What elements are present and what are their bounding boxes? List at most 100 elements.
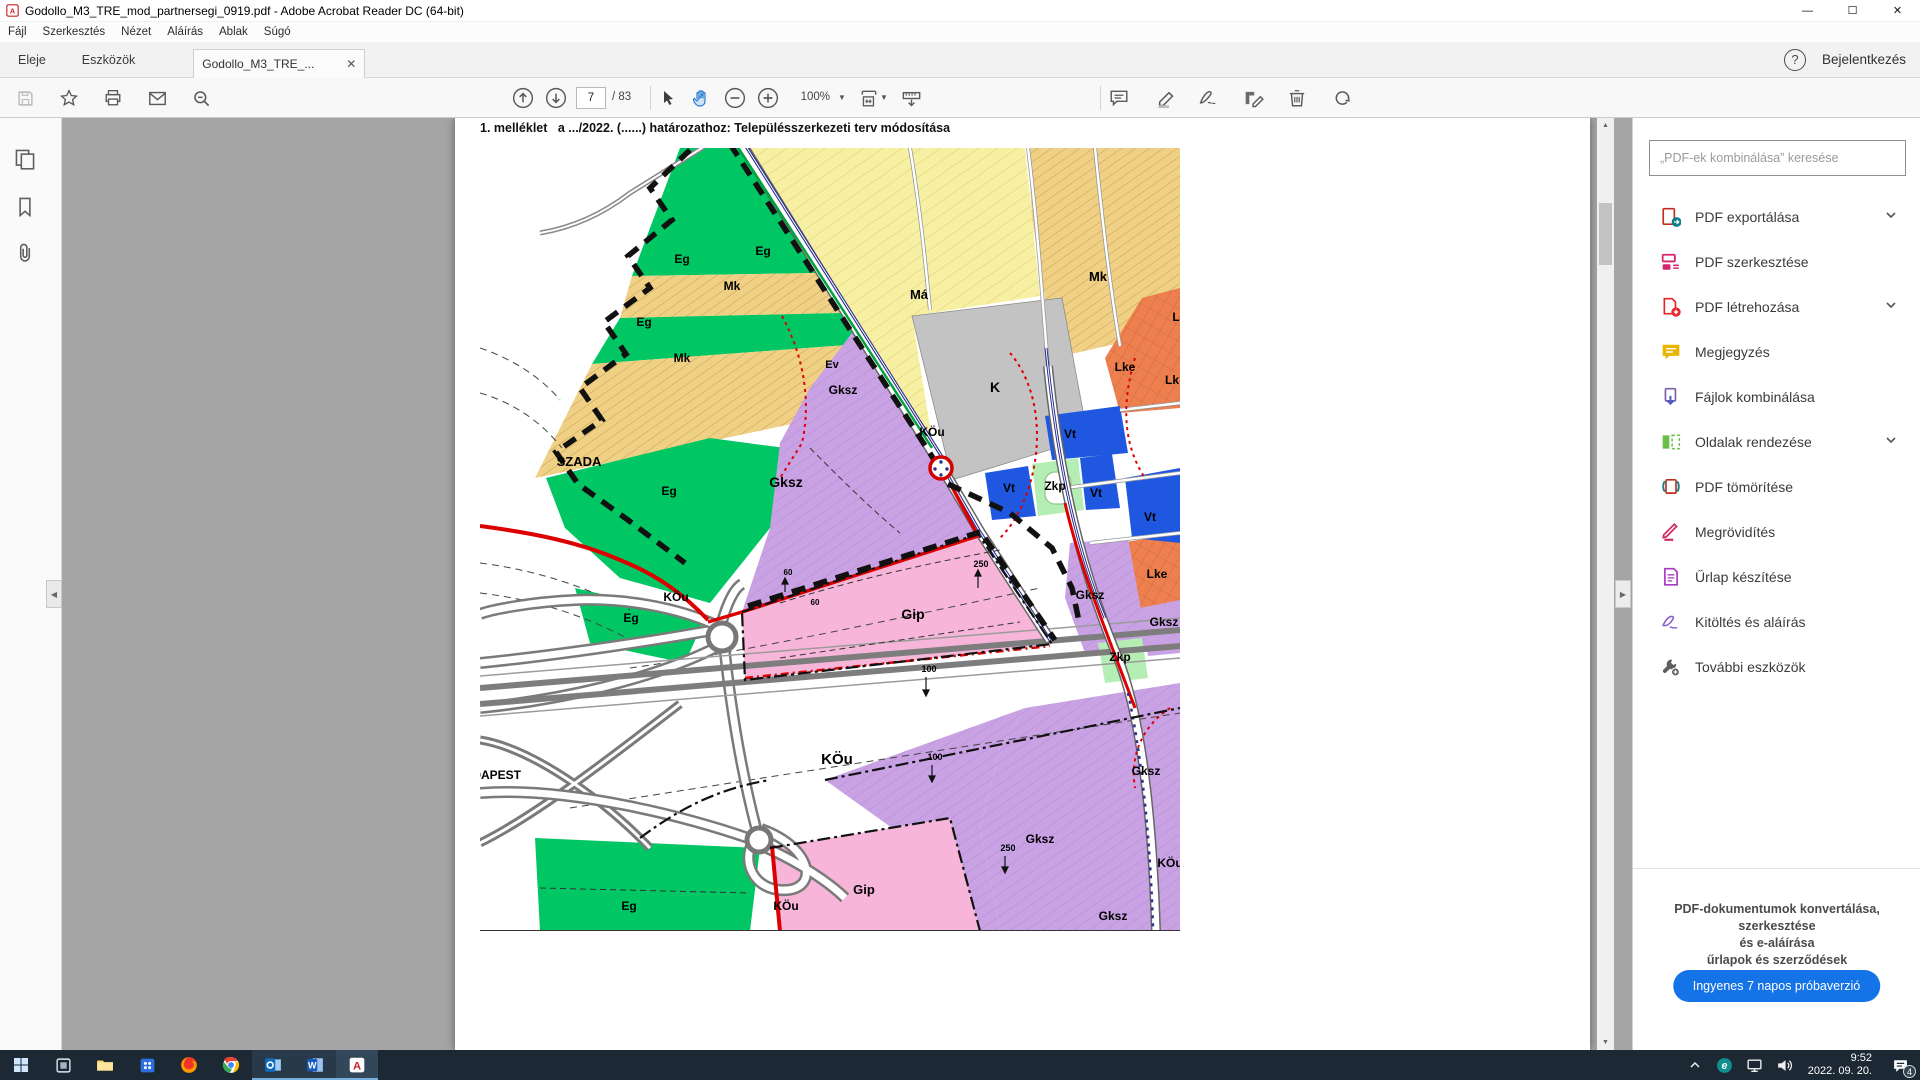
combine-icon bbox=[1661, 387, 1681, 407]
menu-item[interactable]: Súgó bbox=[256, 24, 299, 40]
menu-item[interactable]: Fájl bbox=[0, 24, 35, 40]
tool-item-label: További eszközök bbox=[1695, 659, 1806, 675]
redo-icon[interactable] bbox=[1330, 86, 1356, 110]
map-label: 100 bbox=[927, 752, 942, 762]
fill-sign-icon[interactable] bbox=[1195, 86, 1221, 110]
chrome-icon[interactable] bbox=[210, 1050, 252, 1080]
tool-item-comment[interactable]: Megjegyzés bbox=[1633, 329, 1920, 374]
tool-item-shorten[interactable]: Megrövidítés bbox=[1633, 509, 1920, 554]
close-button[interactable]: ✕ bbox=[1875, 0, 1920, 21]
word-icon[interactable]: W bbox=[294, 1050, 336, 1080]
chevron-down-icon[interactable] bbox=[1885, 298, 1897, 316]
search-icon[interactable] bbox=[188, 86, 214, 110]
collapse-right-panel-button[interactable]: ▶ bbox=[1615, 580, 1631, 608]
volume-icon[interactable] bbox=[1770, 1050, 1800, 1080]
print-icon[interactable] bbox=[100, 86, 126, 110]
previous-page-icon[interactable] bbox=[510, 86, 536, 110]
tool-item-combine[interactable]: Fájlok kombinálása bbox=[1633, 374, 1920, 419]
hand-tool-icon[interactable] bbox=[688, 86, 714, 110]
tool-item-more[interactable]: További eszközök bbox=[1633, 644, 1920, 689]
map-label: Gip bbox=[901, 606, 924, 622]
next-page-icon[interactable] bbox=[543, 86, 569, 110]
ruler-grid-icon[interactable] bbox=[898, 86, 924, 110]
svg-text:A: A bbox=[10, 6, 16, 15]
tool-item-compress[interactable]: PDF tömörítése bbox=[1633, 464, 1920, 509]
map-label: Gksz bbox=[1150, 615, 1179, 629]
fit-caret-icon[interactable]: ▼ bbox=[880, 93, 888, 102]
tool-item-create[interactable]: PDF létrehozása bbox=[1633, 284, 1920, 329]
highlighter-icon[interactable] bbox=[1152, 86, 1178, 110]
tool-item-export[interactable]: PDF exportálása bbox=[1633, 194, 1920, 239]
page-number-input[interactable] bbox=[576, 87, 606, 109]
menu-item[interactable]: Ablak bbox=[211, 24, 256, 40]
scroll-up-icon[interactable]: ▲ bbox=[1597, 118, 1614, 133]
help-icon[interactable]: ? bbox=[1784, 49, 1806, 71]
tray-expand-icon[interactable] bbox=[1680, 1050, 1710, 1080]
tool-item-fillsign[interactable]: Kitöltés és aláírás bbox=[1633, 599, 1920, 644]
email-icon[interactable] bbox=[144, 86, 170, 110]
minimize-button[interactable]: — bbox=[1785, 0, 1830, 21]
save-icon[interactable] bbox=[12, 86, 38, 110]
favorites-star-icon[interactable] bbox=[56, 86, 82, 110]
menu-item[interactable]: Szerkesztés bbox=[35, 24, 114, 40]
bookmarks-icon[interactable] bbox=[14, 196, 36, 223]
svg-text:A: A bbox=[353, 1061, 361, 1073]
scrollbar-thumb[interactable] bbox=[1599, 203, 1612, 265]
tool-item-edit[interactable]: PDF szerkesztése bbox=[1633, 239, 1920, 284]
tools-search-input[interactable] bbox=[1649, 140, 1906, 176]
tab-tools[interactable]: Eszközök bbox=[64, 45, 154, 75]
map-label: Vt bbox=[1144, 510, 1156, 524]
map-label: Mk bbox=[674, 351, 691, 365]
tool-item-organize[interactable]: Oldalak rendezése bbox=[1633, 419, 1920, 464]
edit-pdf-icon[interactable] bbox=[1240, 86, 1266, 110]
page-thumbnails-icon[interactable] bbox=[14, 148, 36, 175]
acrobat-icon[interactable]: A bbox=[336, 1050, 378, 1080]
shorten-icon bbox=[1661, 522, 1681, 542]
zoom-caret-icon[interactable]: ▼ bbox=[838, 93, 846, 102]
zoom-in-icon[interactable] bbox=[755, 86, 781, 110]
map-label: Gksz bbox=[1076, 588, 1105, 602]
tab-close-icon[interactable]: ✕ bbox=[346, 57, 356, 71]
delete-pages-icon[interactable] bbox=[1284, 86, 1310, 110]
collapse-left-pane-button[interactable]: ◀ bbox=[46, 580, 62, 608]
maximize-button[interactable]: ☐ bbox=[1830, 0, 1875, 21]
comment-icon[interactable] bbox=[1106, 86, 1132, 110]
clock-time: 9:52 bbox=[1808, 1052, 1872, 1065]
firefox-icon[interactable] bbox=[168, 1050, 210, 1080]
network-icon[interactable] bbox=[1740, 1050, 1770, 1080]
menu-item[interactable]: Nézet bbox=[113, 24, 159, 40]
zoom-out-icon[interactable] bbox=[722, 86, 748, 110]
map-label: Eg bbox=[621, 899, 636, 913]
start-button[interactable] bbox=[0, 1050, 42, 1080]
form-icon bbox=[1661, 567, 1681, 587]
taskbar-clock[interactable]: 9:52 2022. 09. 20. bbox=[1800, 1052, 1880, 1078]
scroll-down-icon[interactable]: ▼ bbox=[1597, 1035, 1614, 1050]
map-label: 60 bbox=[784, 568, 793, 577]
map-label: Eg bbox=[623, 611, 638, 625]
map-label: Lk bbox=[1165, 373, 1179, 387]
select-tool-icon[interactable] bbox=[655, 86, 681, 110]
chevron-down-icon[interactable] bbox=[1885, 433, 1897, 451]
action-center-icon[interactable]: 4 bbox=[1880, 1050, 1920, 1080]
app-grid-icon[interactable] bbox=[126, 1050, 168, 1080]
vertical-scrollbar[interactable]: ▲ ▼ bbox=[1597, 118, 1614, 1050]
free-trial-button[interactable]: Ingyenes 7 napos próbaverzió bbox=[1673, 970, 1880, 1002]
attachments-icon[interactable] bbox=[14, 242, 36, 269]
sign-in-button[interactable]: Bejelentkezés bbox=[1822, 52, 1906, 67]
tab-document[interactable]: Godollo_M3_TRE_... ✕ bbox=[193, 49, 365, 78]
tool-item-form[interactable]: Űrlap készítése bbox=[1633, 554, 1920, 599]
tab-home[interactable]: Eleje bbox=[0, 45, 64, 75]
chevron-down-icon[interactable] bbox=[1885, 208, 1897, 226]
document-workspace: ◀ 1. melléklet a .../2022. (......) hatá… bbox=[0, 118, 1920, 1050]
task-view-icon[interactable] bbox=[42, 1050, 84, 1080]
zoning-map: SZADAEgMkEgMkEgMáMkEvGkszKKÖuLLkeLkVtVtZ… bbox=[455, 148, 1590, 1018]
eset-icon[interactable]: e bbox=[1710, 1050, 1740, 1080]
fit-width-icon[interactable] bbox=[856, 86, 882, 110]
outlook-icon[interactable] bbox=[252, 1050, 294, 1080]
zoom-level-value[interactable]: 100% bbox=[790, 91, 830, 103]
interchange-roundabout-north bbox=[708, 623, 736, 651]
file-explorer-icon[interactable] bbox=[84, 1050, 126, 1080]
menu-item[interactable]: Aláírás bbox=[159, 24, 211, 40]
tool-item-label: PDF szerkesztése bbox=[1695, 254, 1809, 270]
map-label: KÖu bbox=[821, 751, 853, 768]
